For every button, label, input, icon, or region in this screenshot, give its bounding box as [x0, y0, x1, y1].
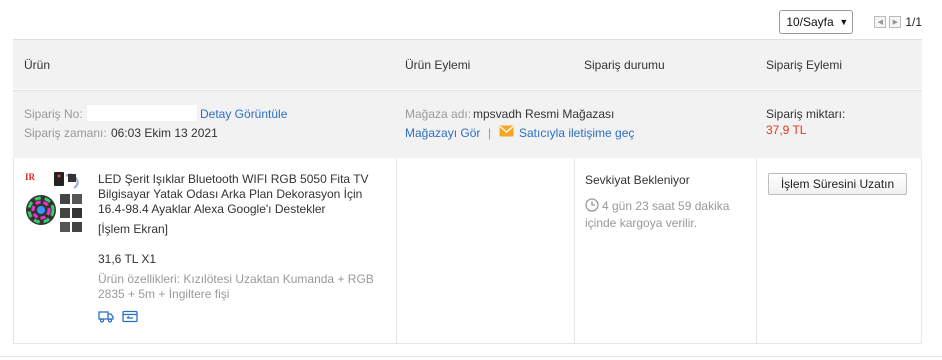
extend-processing-time-button[interactable]: İşlem Süresini Uzatın: [768, 173, 907, 195]
shipment-status: Sevkiyat Bekleniyor: [585, 173, 690, 187]
bottom-divider: [0, 356, 942, 357]
contact-seller-link[interactable]: Satıcıyla iletişime geç: [519, 126, 634, 140]
prev-page-button[interactable]: ◀: [874, 16, 887, 28]
header-product: Ürün: [24, 58, 51, 72]
order-time-label: Sipariş zamanı:: [24, 126, 107, 140]
product-features: Ürün özellikleri: Kızılötesi Uzaktan Kum…: [98, 272, 374, 301]
order-number-label: Sipariş No:: [24, 107, 83, 121]
transaction-screen-link[interactable]: [İşlem Ekran]: [98, 222, 168, 236]
column-divider: [396, 158, 397, 343]
store-label: Mağaza adı:: [405, 107, 472, 121]
next-page-button[interactable]: ▶: [889, 16, 902, 28]
page-size-select[interactable]: 10/Sayfa ▼: [779, 10, 854, 34]
pagination: 10/Sayfa ▼ ◀ ▶ 1/1: [779, 10, 922, 34]
svg-text:IR: IR: [25, 172, 36, 182]
detail-link[interactable]: Detay Görüntüle: [200, 107, 287, 121]
clock-icon: [585, 198, 599, 216]
header-product-action: Ürün Eylemi: [405, 58, 471, 72]
column-divider: [574, 158, 575, 343]
order-time-value: 06:03 Ekim 13 2021: [111, 126, 218, 140]
shipping-truck-icon[interactable]: [98, 310, 114, 326]
table-header: Ürün Ürün Eylemi Sipariş durumu Sipariş …: [13, 39, 922, 89]
link-separator: |: [488, 126, 492, 140]
header-order-status: Sipariş durumu: [584, 58, 665, 72]
order-number-value: [87, 105, 197, 121]
header-order-action: Sipariş Eylemi: [766, 58, 843, 72]
chevron-down-icon: ▼: [839, 17, 849, 27]
product-row: IR LED Şerit Işıklar Bluetooth WIFI RGB …: [13, 158, 922, 344]
order-total: 37,9 TL: [766, 123, 807, 137]
product-name[interactable]: LED Şerit Işıklar Bluetooth WIFI RGB 505…: [98, 172, 388, 217]
product-price: 31,6 TL X1: [98, 252, 157, 266]
page-size-value: 10/Sayfa: [786, 15, 834, 29]
store-name: mpsvadh Resmi Mağazası: [473, 107, 615, 121]
order-info: Sipariş No: Detay Görüntüle Sipariş zama…: [13, 90, 922, 158]
view-store-link[interactable]: Mağazayı Gör: [405, 126, 480, 140]
mail-icon: [499, 125, 514, 140]
page-indicator: 1/1: [905, 15, 922, 29]
product-thumbnail[interactable]: IR: [24, 170, 84, 236]
column-divider: [756, 158, 757, 343]
shipping-timer-text: 4 gün 23 saat 59 dakika içinde kargoya v…: [585, 199, 730, 230]
product-icons: [98, 310, 138, 326]
card-icon[interactable]: [122, 310, 138, 326]
shipping-timer: 4 gün 23 saat 59 dakika içinde kargoya v…: [585, 198, 755, 231]
total-label: Sipariş miktarı:: [766, 107, 846, 121]
